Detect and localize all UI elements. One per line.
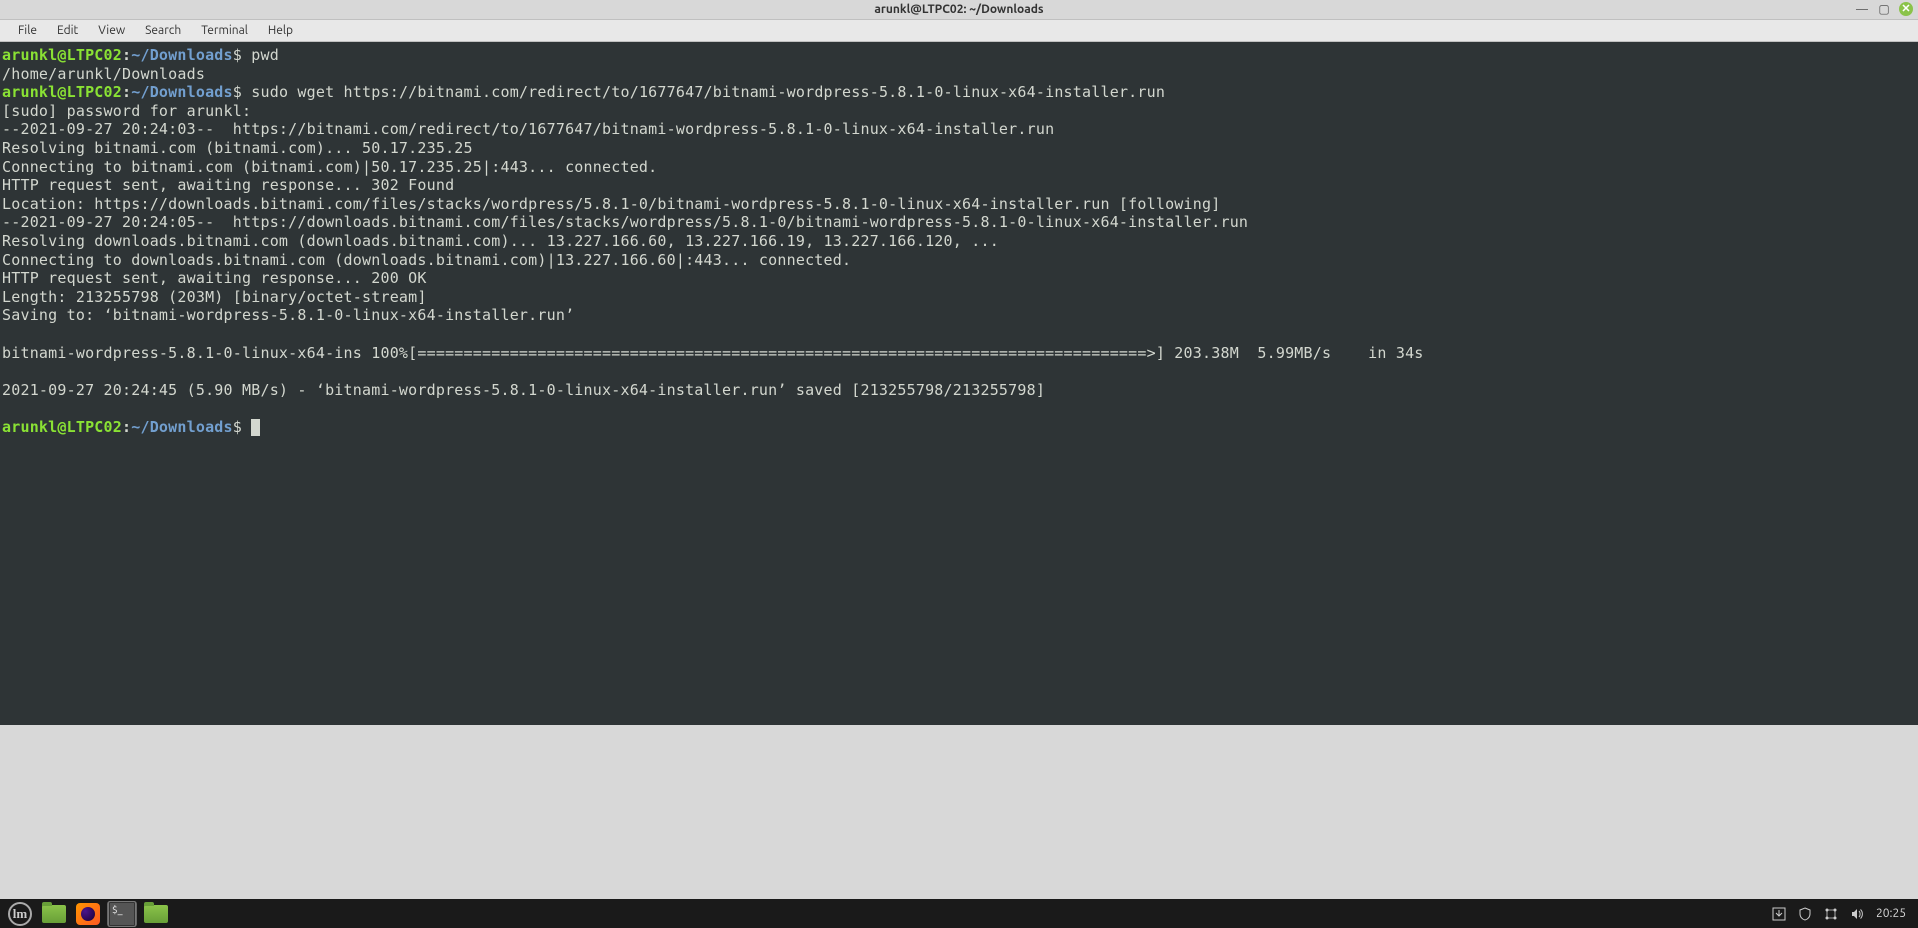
folder-icon: [144, 905, 168, 923]
menu-file[interactable]: File: [8, 22, 47, 39]
security-icon[interactable]: [1798, 907, 1812, 921]
mint-logo-label: lm: [13, 906, 27, 922]
taskbar-left: lm $_: [6, 902, 170, 926]
updates-icon[interactable]: [1772, 907, 1786, 921]
terminal-icon: $_: [108, 901, 136, 927]
taskbar-clock[interactable]: 20:25: [1876, 907, 1912, 920]
open-folder-task[interactable]: [142, 902, 170, 926]
file-manager-launcher[interactable]: [40, 902, 68, 926]
minimize-button[interactable]: —: [1855, 2, 1869, 16]
desktop-area: [0, 725, 1918, 909]
menu-view[interactable]: View: [88, 22, 135, 39]
mint-logo-icon: lm: [8, 902, 32, 926]
menu-help[interactable]: Help: [258, 22, 303, 39]
window-title: arunkl@LTPC02: ~/Downloads: [874, 3, 1043, 16]
terminal-output[interactable]: arunkl@LTPC02:~/Downloads$ pwd /home/aru…: [0, 42, 1918, 725]
firefox-launcher[interactable]: [74, 902, 102, 926]
terminal-launcher[interactable]: $_: [108, 902, 136, 926]
window-controls: — ▢ ✕: [1855, 2, 1913, 16]
menubar: File Edit View Search Terminal Help: [0, 20, 1918, 42]
start-menu-button[interactable]: lm: [6, 902, 34, 926]
maximize-button[interactable]: ▢: [1877, 2, 1891, 16]
system-tray: 20:25: [1772, 907, 1912, 921]
folder-icon: [42, 905, 66, 923]
menu-search[interactable]: Search: [135, 22, 191, 39]
menu-edit[interactable]: Edit: [47, 22, 88, 39]
firefox-icon: [76, 903, 100, 925]
volume-icon[interactable]: [1850, 907, 1864, 921]
taskbar: lm $_ 20:25: [0, 899, 1918, 928]
close-button[interactable]: ✕: [1899, 2, 1913, 16]
network-icon[interactable]: [1824, 907, 1838, 921]
menu-terminal[interactable]: Terminal: [191, 22, 258, 39]
titlebar: arunkl@LTPC02: ~/Downloads — ▢ ✕: [0, 0, 1918, 20]
